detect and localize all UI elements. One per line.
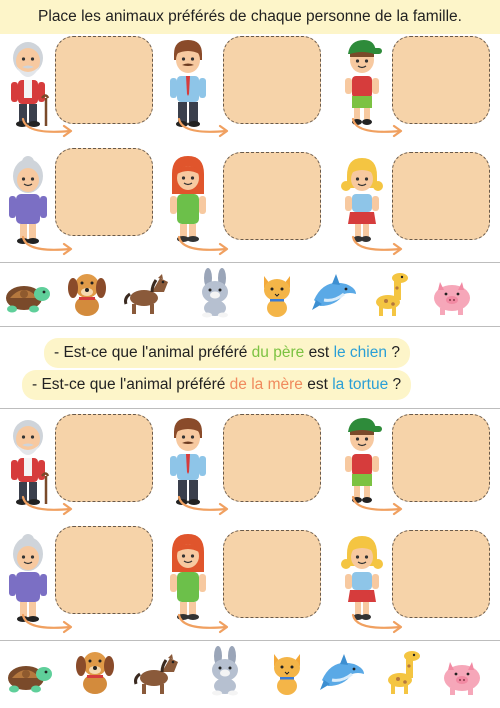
question-1: - Est-ce que l'animal préféré du père es… — [44, 338, 410, 368]
drop-box-grandmother[interactable] — [55, 526, 153, 614]
turtle-icon[interactable] — [2, 268, 52, 318]
grandfather-icon — [4, 36, 52, 128]
father-icon — [164, 36, 212, 128]
question-2-subject: de la mère — [229, 376, 303, 393]
dog-icon[interactable] — [62, 268, 112, 318]
divider — [0, 640, 500, 641]
divider — [0, 262, 500, 263]
question-2-mid: est — [307, 376, 328, 393]
drop-box-girl[interactable] — [392, 152, 490, 240]
arrow-icon — [350, 234, 408, 256]
rabbit-icon[interactable] — [190, 268, 240, 318]
drop-box-grandfather[interactable] — [55, 36, 153, 124]
arrow-icon — [20, 234, 78, 256]
giraffe-icon[interactable] — [380, 646, 430, 696]
arrow-icon — [20, 494, 78, 516]
drop-box-mother[interactable] — [223, 152, 321, 240]
cat-icon[interactable] — [252, 268, 302, 318]
dolphin-icon[interactable] — [318, 648, 368, 698]
question-2-prefix: - Est-ce que l'animal préféré — [32, 376, 226, 393]
grandmother-icon — [4, 532, 52, 624]
question-2-animal: la tortue — [332, 376, 389, 393]
drop-box-grandmother[interactable] — [55, 148, 153, 236]
boy-icon — [338, 34, 386, 126]
instruction-title: Place les animaux préférés de chaque per… — [38, 8, 462, 25]
question-1-mid: est — [308, 344, 330, 361]
arrow-icon — [350, 116, 408, 138]
arrow-icon — [176, 494, 234, 516]
drop-box-mother[interactable] — [223, 530, 321, 618]
dog-icon[interactable] — [70, 646, 120, 696]
arrow-icon — [176, 234, 234, 256]
rabbit-icon[interactable] — [200, 646, 250, 696]
arrow-icon — [176, 612, 234, 634]
question-1-subject: du père — [251, 344, 305, 361]
boy-icon — [338, 412, 386, 504]
drop-box-father[interactable] — [223, 414, 321, 502]
cat-icon[interactable] — [262, 646, 312, 696]
pig-icon[interactable] — [438, 648, 488, 698]
arrow-icon — [20, 612, 78, 634]
question-1-suffix: ? — [391, 344, 400, 361]
father-icon — [164, 414, 212, 506]
drop-box-boy[interactable] — [392, 36, 490, 124]
arrow-icon — [350, 494, 408, 516]
giraffe-icon[interactable] — [368, 268, 418, 318]
question-2-suffix: ? — [392, 376, 402, 393]
instruction-banner: Place les animaux préférés de chaque per… — [0, 0, 500, 34]
divider — [0, 408, 500, 409]
pig-icon[interactable] — [428, 268, 478, 318]
turtle-icon[interactable] — [4, 648, 54, 698]
arrow-icon — [20, 116, 78, 138]
grandmother-icon — [4, 154, 52, 246]
girl-icon — [338, 152, 386, 244]
girl-icon — [338, 530, 386, 622]
arrow-icon — [176, 116, 234, 138]
drop-box-grandfather[interactable] — [55, 414, 153, 502]
dolphin-icon[interactable] — [310, 268, 360, 318]
divider — [0, 326, 500, 327]
mother-icon — [164, 530, 212, 622]
drop-box-boy[interactable] — [392, 414, 490, 502]
grandfather-icon — [4, 414, 52, 506]
horse-icon[interactable] — [132, 648, 182, 698]
horse-icon[interactable] — [122, 268, 172, 318]
drop-box-girl[interactable] — [392, 530, 490, 618]
question-2: - Est-ce que l'animal préféré de la mère… — [22, 370, 412, 400]
question-1-prefix: - Est-ce que l'animal préféré — [54, 344, 248, 361]
mother-icon — [164, 152, 212, 244]
arrow-icon — [350, 612, 408, 634]
drop-box-father[interactable] — [223, 36, 321, 124]
question-1-animal: le chien — [333, 344, 387, 361]
